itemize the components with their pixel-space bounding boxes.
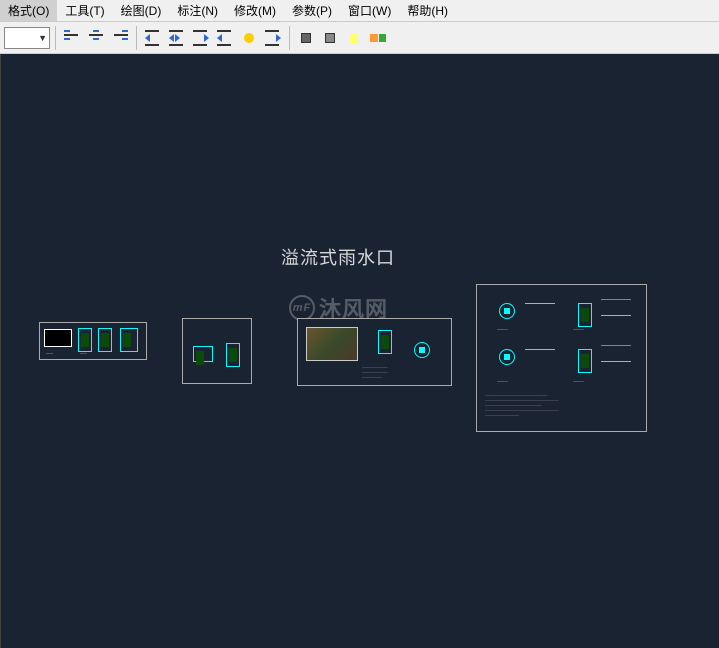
distribute-2-button[interactable] xyxy=(166,27,188,49)
separator xyxy=(136,26,137,50)
drawing-sheet-4[interactable]: ────────────────────────────────────────… xyxy=(476,284,647,432)
drawing-block xyxy=(44,329,72,347)
layer-match-button[interactable] xyxy=(367,27,389,49)
distribute-icon xyxy=(169,30,185,46)
drawing-sheet-3[interactable]: ───────────────────────── xyxy=(297,318,452,386)
drawing-detail xyxy=(98,327,112,353)
drawing-detail xyxy=(571,341,599,381)
drawing-detail xyxy=(491,295,523,327)
distribute-icon xyxy=(217,30,233,46)
separator xyxy=(55,26,56,50)
align-left-icon xyxy=(64,30,80,46)
layer-icon xyxy=(322,30,338,46)
menu-help[interactable]: 帮助(H) xyxy=(399,0,456,21)
distribute-4-button[interactable] xyxy=(214,27,236,49)
menu-parameters[interactable]: 参数(P) xyxy=(284,0,340,21)
drawing-label: ── xyxy=(46,351,53,357)
distribute-3-button[interactable] xyxy=(190,27,212,49)
drawing-detail xyxy=(408,337,436,363)
drawing-notes: ───────────────────────── xyxy=(362,365,442,380)
layer-dropdown[interactable]: ▼ xyxy=(4,27,50,49)
distribute-icon xyxy=(193,30,209,46)
align-right-icon xyxy=(112,30,128,46)
layer-hide-button[interactable] xyxy=(319,27,341,49)
match-icon xyxy=(370,30,386,46)
drawing-label: ── xyxy=(80,351,87,357)
distribute-5-button[interactable] xyxy=(262,27,284,49)
drawing-label: ─── xyxy=(497,379,508,385)
menu-format[interactable]: 格式(O) xyxy=(0,0,57,21)
drawing-detail xyxy=(223,341,243,369)
distribute-icon xyxy=(145,30,161,46)
drawing-label: ─── xyxy=(497,327,508,333)
chevron-down-icon: ▼ xyxy=(38,33,47,43)
light-button[interactable] xyxy=(238,27,260,49)
align-left-button[interactable] xyxy=(61,27,83,49)
drawing-detail xyxy=(118,327,140,353)
drawing-title: 溢流式雨水口 xyxy=(281,244,395,270)
drawing-label: ─── xyxy=(573,327,584,333)
bulb-icon xyxy=(346,30,362,46)
drawing-notes: ────────────────────────────────────────… xyxy=(485,393,635,423)
menu-annotate[interactable]: 标注(N) xyxy=(169,0,226,21)
layer-visibility-button[interactable] xyxy=(295,27,317,49)
toolbar: ▼ xyxy=(0,22,719,54)
drawing-detail xyxy=(491,341,523,373)
align-center-icon xyxy=(88,30,104,46)
drawing-detail xyxy=(78,327,92,353)
distribute-icon xyxy=(265,30,281,46)
align-right-button[interactable] xyxy=(109,27,131,49)
menu-draw[interactable]: 绘图(D) xyxy=(113,0,170,21)
align-center-button[interactable] xyxy=(85,27,107,49)
menu-bar: 格式(O) 工具(T) 绘图(D) 标注(N) 修改(M) 参数(P) 窗口(W… xyxy=(0,0,719,22)
drawing-sheet-1[interactable]: ── ── xyxy=(39,322,147,360)
menu-tools[interactable]: 工具(T) xyxy=(57,0,112,21)
drawing-label: ─── xyxy=(573,379,584,385)
cad-canvas[interactable]: 溢流式雨水口 mF 沐风网 www.mfcad.com ── ── ──────… xyxy=(0,54,719,648)
menu-window[interactable]: 窗口(W) xyxy=(340,0,399,21)
sun-icon xyxy=(241,30,257,46)
layer-icon xyxy=(298,30,314,46)
distribute-1-button[interactable] xyxy=(142,27,164,49)
bulb-button[interactable] xyxy=(343,27,365,49)
drawing-sheet-2[interactable] xyxy=(182,318,252,384)
menu-modify[interactable]: 修改(M) xyxy=(226,0,284,21)
drawing-detail xyxy=(376,327,394,357)
separator xyxy=(289,26,290,50)
drawing-detail xyxy=(191,345,215,363)
drawing-image xyxy=(306,327,358,361)
